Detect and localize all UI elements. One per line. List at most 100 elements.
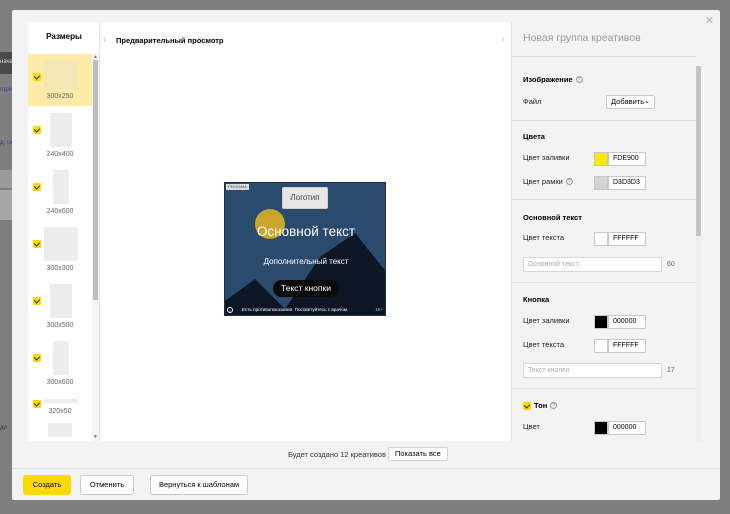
size-item-300x250[interactable]: 300x250 bbox=[28, 54, 92, 106]
colors-section-heading: Цвета bbox=[523, 132, 545, 141]
info-icon: i bbox=[227, 307, 233, 313]
button-text-color-input[interactable]: FFFFFF bbox=[608, 339, 646, 353]
create-button[interactable]: Создать bbox=[23, 475, 71, 495]
preview-title: Предварительный просмотр bbox=[116, 36, 224, 45]
help-icon[interactable]: ? bbox=[565, 178, 573, 185]
tone-color-label: Цвет bbox=[523, 422, 540, 431]
main-text-color-swatch[interactable] bbox=[594, 232, 608, 246]
border-color-label: Цвет рамки? bbox=[523, 177, 573, 186]
button-text-color-label: Цвет текста bbox=[523, 340, 565, 349]
fill-color-label: Цвет заливки bbox=[523, 153, 570, 162]
main-text-section-heading: Основной текст bbox=[523, 213, 582, 222]
checkbox-checked-icon[interactable] bbox=[33, 240, 41, 248]
border-color-swatch[interactable] bbox=[594, 176, 608, 190]
chevron-down-icon: ⌄ bbox=[644, 98, 650, 105]
sizes-title: Размеры bbox=[46, 32, 82, 41]
divider bbox=[12, 468, 720, 469]
creatives-count-text: Будет создано 12 креативов bbox=[288, 450, 386, 459]
ad-logo: Логотип bbox=[282, 187, 328, 209]
checkbox-checked-icon[interactable] bbox=[33, 183, 41, 191]
divider bbox=[512, 282, 696, 283]
ad-badge: РЕКЛАМА bbox=[226, 184, 249, 190]
size-item-240x600[interactable]: 240x600 bbox=[28, 168, 92, 220]
size-item-320x50[interactable]: 320x50 bbox=[28, 396, 92, 441]
scroll-down-arrow-icon[interactable]: ▼ bbox=[92, 434, 99, 440]
scrollbar-thumb[interactable] bbox=[696, 66, 701, 236]
ad-sub-text: Дополнительный текст bbox=[263, 257, 349, 266]
sizes-scrollbar[interactable]: ▲ ▼ bbox=[92, 54, 99, 441]
cancel-button[interactable]: Отменить bbox=[80, 475, 134, 495]
size-thumbnail bbox=[53, 170, 69, 204]
fill-color-swatch[interactable] bbox=[594, 152, 608, 166]
size-label: 320x50 bbox=[48, 408, 72, 415]
help-icon[interactable]: ? bbox=[550, 402, 558, 409]
size-item-300x300[interactable]: 300x300 bbox=[28, 225, 92, 277]
disclaimer-text: Есть противопоказания. Посоветуйтесь с в… bbox=[242, 307, 349, 312]
close-icon[interactable]: ✕ bbox=[705, 14, 714, 27]
scrollbar-thumb[interactable] bbox=[93, 60, 98, 300]
mountain-shape bbox=[225, 233, 385, 315]
button-section-heading: Кнопка bbox=[523, 295, 550, 304]
main-text-color-input[interactable]: FFFFFF bbox=[608, 232, 646, 246]
checkbox-checked-icon[interactable] bbox=[33, 400, 41, 408]
main-text-limit: 60 bbox=[667, 261, 675, 268]
image-section-heading: Изображение? bbox=[523, 75, 583, 84]
ad-disclaimer: i Есть противопоказания. Посоветуйтесь с… bbox=[225, 305, 385, 315]
size-thumbnail bbox=[44, 60, 78, 89]
tone-color-input[interactable]: 000000 bbox=[608, 421, 646, 435]
button-fill-input[interactable]: 000000 bbox=[608, 315, 646, 329]
size-thumbnail bbox=[50, 113, 72, 147]
divider bbox=[512, 388, 696, 389]
divider bbox=[512, 56, 696, 57]
button-text-input[interactable]: Текст кнопки bbox=[523, 363, 662, 378]
button-text-limit: 17 bbox=[667, 367, 675, 374]
add-file-dropdown[interactable]: Добавить ⌄ bbox=[606, 95, 655, 109]
ad-preview: РЕКЛАМА Логотип Основной текст Дополните… bbox=[224, 182, 386, 316]
file-label: Файл bbox=[523, 97, 542, 106]
main-text-color-label: Цвет текста bbox=[523, 233, 565, 242]
size-label: 300x300 bbox=[46, 265, 74, 272]
button-text-color-swatch[interactable] bbox=[594, 339, 608, 353]
show-all-button[interactable]: Показать все bbox=[388, 447, 448, 461]
tone-color-swatch[interactable] bbox=[594, 421, 608, 435]
chevron-right-icon[interactable]: › bbox=[501, 34, 504, 45]
size-item-300x500[interactable]: 300x500 bbox=[28, 282, 92, 334]
age-label: 18+ bbox=[375, 307, 383, 312]
back-to-templates-button[interactable]: Вернуться к шаблонам bbox=[150, 475, 248, 495]
chevron-left-icon[interactable]: ‹ bbox=[103, 34, 106, 45]
checkbox-checked-icon[interactable] bbox=[33, 126, 41, 134]
size-label: 300x600 bbox=[46, 379, 74, 386]
fill-color-input[interactable]: FDE900 bbox=[608, 152, 646, 166]
divider bbox=[512, 199, 696, 200]
checkbox-checked-icon[interactable] bbox=[33, 354, 41, 362]
button-fill-label: Цвет заливки bbox=[523, 316, 570, 325]
panel-scrollbar[interactable] bbox=[696, 66, 701, 441]
button-fill-swatch[interactable] bbox=[594, 315, 608, 329]
divider bbox=[512, 120, 696, 121]
border-color-input[interactable]: D3D3D3 bbox=[608, 176, 646, 190]
size-item-240x400[interactable]: 240x400 bbox=[28, 111, 92, 163]
size-label: 240x400 bbox=[46, 151, 74, 158]
size-label: 300x500 bbox=[46, 322, 74, 329]
main-text-input[interactable]: Основной текст bbox=[523, 257, 662, 272]
size-thumbnail bbox=[44, 399, 78, 403]
tone-section-heading: Тон? bbox=[534, 401, 558, 410]
checkbox-checked-icon[interactable] bbox=[33, 73, 41, 81]
ad-button: Текст кнопки bbox=[273, 280, 339, 297]
size-thumbnail bbox=[53, 341, 69, 375]
checkbox-checked-icon[interactable] bbox=[33, 297, 41, 305]
size-thumbnail bbox=[50, 284, 72, 318]
tone-checkbox[interactable] bbox=[523, 402, 531, 410]
help-icon[interactable]: ? bbox=[575, 76, 583, 83]
size-item-300x600[interactable]: 300x600 bbox=[28, 339, 92, 391]
size-label: 240x600 bbox=[46, 208, 74, 215]
settings-panel: Новая группа креативов Изображение? Файл… bbox=[511, 22, 701, 441]
panel-title: Новая группа креативов bbox=[523, 32, 641, 44]
ad-main-text: Основной текст bbox=[256, 224, 356, 239]
preview-pane: ‹ Предварительный просмотр › РЕКЛАМА Лог… bbox=[100, 22, 511, 441]
size-thumbnail bbox=[44, 227, 78, 261]
creative-group-modal: ✕ Размеры 300x250 240x400 240x600 300x30… bbox=[12, 10, 720, 500]
size-thumbnail bbox=[48, 423, 72, 437]
size-label: 300x250 bbox=[46, 93, 74, 100]
sizes-column: Размеры 300x250 240x400 240x600 300x300 bbox=[28, 22, 100, 441]
